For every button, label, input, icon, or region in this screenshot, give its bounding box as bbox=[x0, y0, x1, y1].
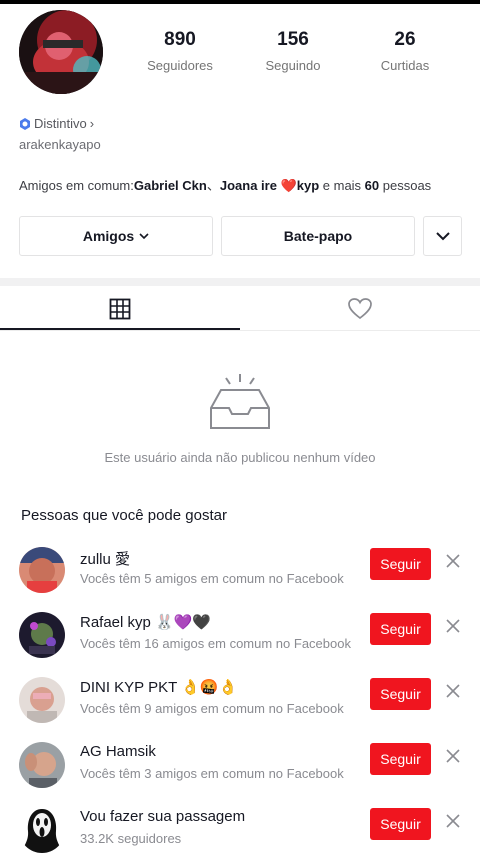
heart-icon bbox=[348, 298, 372, 320]
avatar[interactable] bbox=[19, 742, 65, 788]
chevron-down-icon bbox=[139, 233, 149, 240]
chat-label: Bate-papo bbox=[283, 228, 353, 244]
close-icon[interactable] bbox=[444, 812, 462, 830]
mutual-suffix: pessoas bbox=[379, 178, 432, 193]
suggestion-subtitle: Vocês têm 3 amigos em comum no Facebook bbox=[80, 766, 344, 781]
avatar[interactable] bbox=[19, 547, 65, 593]
mutual-friend-name: Gabriel Ckn bbox=[133, 178, 207, 193]
suggestion-row: zullu 愛 Vocês têm 5 amigos em comum no F… bbox=[0, 542, 480, 602]
tab-separator bbox=[0, 330, 480, 331]
tab-liked[interactable] bbox=[240, 288, 480, 330]
suggestion-name[interactable]: zullu 愛 bbox=[80, 548, 130, 569]
suggestion-row: AG Hamsik Vocês têm 3 amigos em comum no… bbox=[0, 737, 480, 797]
following-count: 156 bbox=[277, 29, 309, 50]
likes-stat[interactable]: 26 Curtidas bbox=[355, 28, 455, 74]
status-bar bbox=[0, 0, 480, 4]
following-label: Seguindo bbox=[265, 58, 321, 73]
avatar[interactable] bbox=[19, 612, 65, 658]
friends-label: Amigos bbox=[82, 228, 135, 244]
close-icon[interactable] bbox=[444, 617, 462, 635]
followers-count: 890 bbox=[164, 29, 196, 50]
tab-active-indicator bbox=[0, 328, 240, 330]
followers-stat[interactable]: 890 Seguidores bbox=[130, 28, 230, 74]
follow-button[interactable]: Seguir bbox=[370, 808, 431, 840]
likes-label: Curtidas bbox=[380, 58, 430, 73]
suggestion-subtitle: Vocês têm 16 amigos em comum no Facebook bbox=[80, 636, 351, 651]
mutual-friends-text[interactable]: Amigos em comum:Gabriel Ckn、Joana ire ❤️… bbox=[19, 175, 431, 194]
mutual-middle: e mais bbox=[319, 178, 365, 193]
badge-icon bbox=[20, 117, 30, 130]
follow-button[interactable]: Seguir bbox=[370, 743, 431, 775]
mutual-count: 60 bbox=[364, 178, 380, 193]
grid-icon bbox=[109, 298, 131, 320]
avatar[interactable] bbox=[19, 677, 65, 723]
friends-button[interactable]: Amigos bbox=[19, 216, 213, 256]
suggestion-row: Vou fazer sua passagem 33.2K seguidores … bbox=[0, 802, 480, 854]
suggestion-name[interactable]: AG Hamsik bbox=[80, 743, 156, 760]
suggestion-row: DINI KYP PKT 👌🤬👌 Vocês têm 9 amigos em c… bbox=[0, 672, 480, 732]
empty-inbox-icon bbox=[210, 374, 270, 429]
badge-label: Distintivo bbox=[34, 116, 87, 131]
chevron-down-icon bbox=[435, 232, 450, 241]
follow-button[interactable]: Seguir bbox=[370, 613, 431, 645]
close-icon[interactable] bbox=[444, 552, 462, 570]
mutual-prefix: Amigos em comum: bbox=[19, 178, 134, 193]
suggestion-name[interactable]: Vou fazer sua passagem bbox=[80, 808, 245, 825]
chevron-right-icon: › bbox=[89, 116, 95, 131]
suggestion-subtitle: Vocês têm 5 amigos em comum no Facebook bbox=[80, 571, 344, 586]
suggestions-title: Pessoas que você pode gostar bbox=[21, 507, 227, 524]
mutual-separator: 、 bbox=[206, 178, 220, 193]
badge-link[interactable]: Distintivo › bbox=[19, 116, 94, 131]
mutual-friend-name: Joana ire ❤️kyp bbox=[219, 178, 320, 193]
username: arakenkayapo bbox=[19, 137, 101, 152]
profile-avatar[interactable] bbox=[19, 10, 103, 94]
following-stat[interactable]: 156 Seguindo bbox=[243, 28, 343, 74]
suggestion-subtitle: Vocês têm 9 amigos em comum no Facebook bbox=[80, 701, 344, 716]
follow-button[interactable]: Seguir bbox=[370, 678, 431, 710]
followers-label: Seguidores bbox=[147, 58, 213, 73]
close-icon[interactable] bbox=[444, 747, 462, 765]
likes-count: 26 bbox=[394, 29, 416, 50]
suggestion-row: Rafael kyp 🐰💜🖤 Vocês têm 16 amigos em co… bbox=[0, 607, 480, 667]
close-icon[interactable] bbox=[444, 682, 462, 700]
chat-button[interactable]: Bate-papo bbox=[221, 216, 415, 256]
follow-button[interactable]: Seguir bbox=[370, 548, 431, 580]
suggestion-subtitle: 33.2K seguidores bbox=[80, 831, 182, 846]
empty-state-message: Este usuário ainda não publicou nenhum v… bbox=[104, 450, 376, 465]
more-suggestions-button[interactable] bbox=[423, 216, 462, 256]
tab-videos[interactable] bbox=[0, 288, 240, 330]
avatar[interactable] bbox=[19, 807, 65, 853]
section-divider bbox=[0, 278, 480, 286]
suggestion-name[interactable]: Rafael kyp 🐰💜🖤 bbox=[80, 613, 211, 631]
suggestion-name[interactable]: DINI KYP PKT 👌🤬👌 bbox=[80, 678, 237, 696]
